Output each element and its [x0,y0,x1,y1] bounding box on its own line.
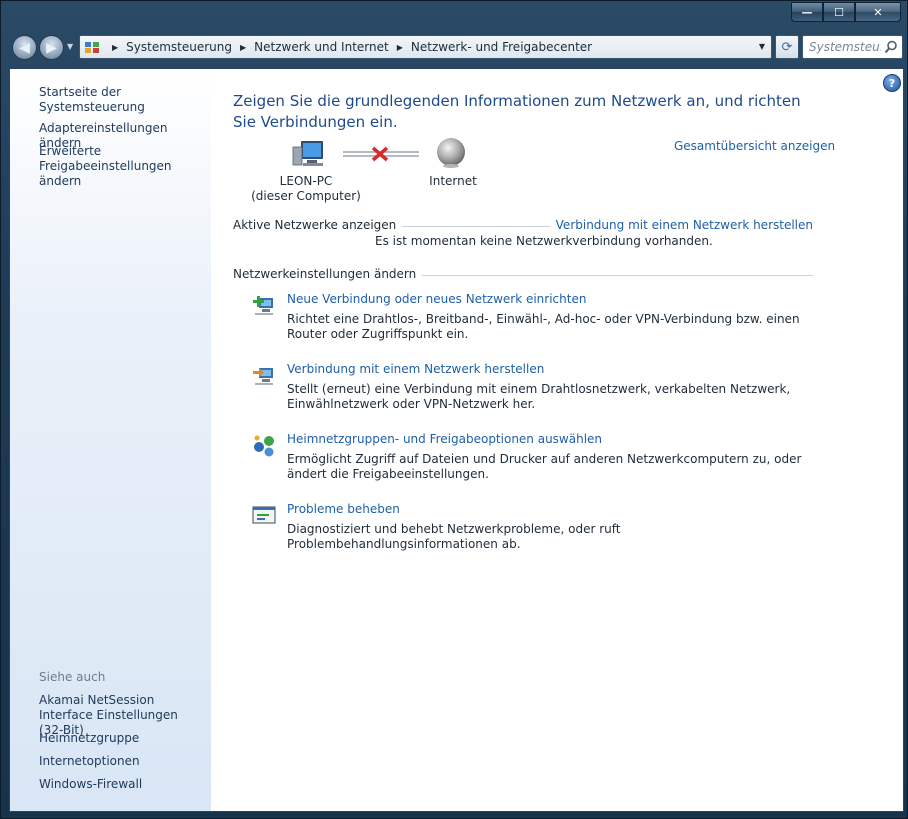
connect-network-description: Stellt (erneut) eine Verbindung mit eine… [287,382,791,411]
homegroup-description: Ermöglicht Zugriff auf Dateien und Druck… [287,452,802,481]
connect-network-link[interactable]: Verbindung mit einem Netzwerk herstellen [549,218,813,232]
homegroup-icon [254,435,274,457]
search-input[interactable]: Systemsteu... [802,35,903,59]
see-also-heading: Siehe auch [39,670,106,684]
computer-name: LEON-PC [279,174,333,188]
window-frame: — ☐ ✕ ◀ ▶ ▼ ▶ Systemsteuerung ▶ Netzwerk… [0,0,908,819]
connect-network-task-link[interactable]: Verbindung mit einem Netzwerk herstellen [287,362,544,376]
active-networks-heading: Aktive Netzwerke anzeigen [233,218,403,232]
computer-icon [292,141,323,166]
address-dropdown-icon[interactable]: ▼ [759,42,765,51]
sidebar-home-link[interactable]: Startseite der Systemsteuerung [39,85,211,115]
breadcrumb-item-systemsteuerung[interactable]: Systemsteuerung [126,40,232,54]
see-also-firewall-link[interactable]: Windows-Firewall [39,777,142,792]
chevron-right-icon[interactable]: ▶ [112,43,118,52]
back-button[interactable]: ◀ [12,35,37,60]
internet-globe-icon [437,138,465,168]
connect-network-icon [253,368,273,385]
new-connection-icon [253,296,273,315]
sidebar-link-sharing-settings[interactable]: Erweiterte Freigabeeinstellungen ändern [39,144,209,189]
breadcrumb-item-netzwerk-und-internet[interactable]: Netzwerk und Internet [254,40,389,54]
see-also-internet-options-link[interactable]: Internetoptionen [39,754,140,769]
active-networks-section: Aktive Netzwerke anzeigen Verbindung mit… [233,218,813,234]
close-button[interactable]: ✕ [855,2,901,22]
caption-buttons: — ☐ ✕ [791,2,901,22]
search-icon[interactable] [884,40,898,54]
control-panel-icon [85,42,99,53]
breadcrumb: ▶ Systemsteuerung ▶ Netzwerk und Interne… [104,36,592,58]
new-connection-description: Richtet eine Drahtlos-, Breitband-, Einw… [287,312,800,341]
breadcrumb-item-freigabecenter[interactable]: Netzwerk- und Freigabecenter [411,40,592,54]
recent-pages-dropdown[interactable]: ▼ [67,42,73,51]
forward-button[interactable]: ▶ [39,35,64,60]
content-area: Startseite der Systemsteuerung Adapterei… [9,68,904,812]
task-pane: Startseite der Systemsteuerung Adapterei… [10,69,211,811]
page-title: Zeigen Sie die grundlegenden Information… [233,92,801,131]
internet-node-label: Internet [429,174,477,188]
computer-subtitle: (dieser Computer) [251,189,361,203]
search-placeholder: Systemsteu... [809,40,881,54]
change-settings-heading: Netzwerkeinstellungen ändern [233,267,423,281]
troubleshoot-description: Diagnostiziert und behebt Netzwerkproble… [287,522,621,551]
maximize-button[interactable]: ☐ [823,2,855,22]
see-also-homegroup-link[interactable]: Heimnetzgruppe [39,731,139,746]
no-connection-x-icon [343,146,419,162]
homegroup-link[interactable]: Heimnetzgruppen- und Freigabeoptionen au… [287,432,602,446]
no-connection-message: Es ist momentan keine Netzwerkverbindung… [375,234,713,248]
chevron-right-icon[interactable]: ▶ [240,43,246,52]
address-bar[interactable]: ▶ Systemsteuerung ▶ Netzwerk und Interne… [79,35,772,59]
computer-node-label: LEON-PC (dieser Computer) [251,174,361,204]
navigation-bar: ◀ ▶ ▼ ▶ Systemsteuerung ▶ Netzwerk und I… [9,32,903,62]
change-settings-section: Netzwerkeinstellungen ändern [233,267,813,283]
minimize-button[interactable]: — [791,2,823,22]
chevron-right-icon[interactable]: ▶ [397,43,403,52]
troubleshoot-link[interactable]: Probleme beheben [287,502,400,516]
troubleshoot-icon [252,506,276,524]
refresh-button[interactable]: ⟳ [775,35,799,59]
full-map-link[interactable]: Gesamtübersicht anzeigen [674,139,835,153]
new-connection-link[interactable]: Neue Verbindung oder neues Netzwerk einr… [287,292,586,306]
main-panel: Zeigen Sie die grundlegenden Information… [233,69,903,811]
